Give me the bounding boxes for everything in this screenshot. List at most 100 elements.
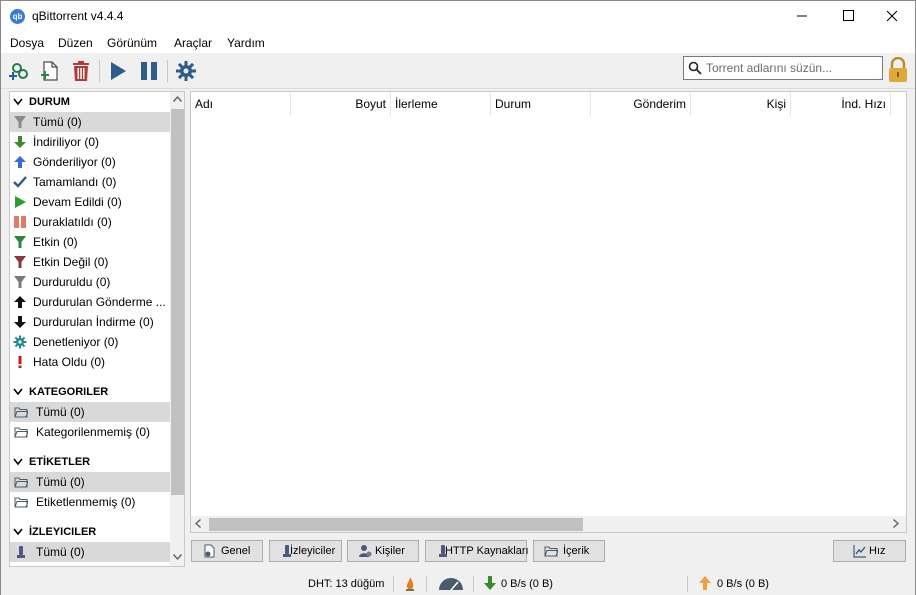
minimize-button[interactable] bbox=[779, 1, 825, 31]
add-torrent-file-button[interactable] bbox=[38, 59, 62, 83]
tab-content[interactable]: İçerik bbox=[533, 540, 605, 562]
column-size[interactable]: Boyut bbox=[291, 92, 391, 116]
status-filter-paused[interactable]: Duraklatıldı (0) bbox=[10, 212, 170, 232]
torrent-table[interactable]: Adı Boyut İlerleme Durum Gönderim Kişi İ… bbox=[190, 91, 907, 533]
filter-label: Tümü (0) bbox=[33, 115, 82, 129]
column-name[interactable]: Adı bbox=[191, 92, 291, 116]
title-bar[interactable]: qb qBittorrent v4.4.4 bbox=[1, 1, 915, 31]
column-progress[interactable]: İlerleme bbox=[391, 92, 491, 116]
menu-help[interactable]: Yardım bbox=[227, 36, 265, 50]
delete-button[interactable] bbox=[69, 59, 93, 83]
lock-icon bbox=[889, 56, 907, 82]
tracker-filter-all[interactable]: Tümü (0) bbox=[10, 542, 170, 562]
tab-general[interactable]: Genel bbox=[191, 540, 263, 562]
add-torrent-link-icon bbox=[9, 63, 28, 80]
status-filter-all[interactable]: Tümü (0) bbox=[10, 112, 170, 132]
tag-filter-all[interactable]: Tümü (0) bbox=[10, 472, 170, 492]
column-status[interactable]: Durum bbox=[491, 92, 591, 116]
status-filter-inactive[interactable]: Etkin Değil (0) bbox=[10, 252, 170, 272]
scroll-left-icon[interactable] bbox=[195, 519, 201, 528]
status-filter-checking[interactable]: Denetleniyor (0) bbox=[10, 332, 170, 352]
search-icon bbox=[688, 61, 702, 75]
tab-peers[interactable]: Kişiler bbox=[347, 540, 419, 562]
scroll-right-icon[interactable] bbox=[893, 519, 899, 528]
tab-label: İçerik bbox=[563, 545, 590, 557]
status-filter-resumed[interactable]: Devam Edildi (0) bbox=[10, 192, 170, 212]
menu-tools[interactable]: Araçlar bbox=[174, 36, 212, 50]
filter-label: Tümü (0) bbox=[36, 545, 85, 559]
column-download-speed[interactable]: İnd. Hızı bbox=[791, 92, 891, 116]
speed-button[interactable]: Hız bbox=[833, 540, 906, 562]
filter-label: Tamamlandı (0) bbox=[33, 175, 117, 189]
status-filter-stalled[interactable]: Durduruldu (0) bbox=[10, 272, 170, 292]
options-gear-icon bbox=[176, 61, 196, 81]
status-filter-errored[interactable]: Hata Oldu (0) bbox=[10, 352, 170, 372]
column-seeds[interactable]: Gönderim bbox=[591, 92, 691, 116]
tab-trackers[interactable]: İzleyiciler bbox=[269, 540, 342, 562]
tab-label: HTTP Kaynakları bbox=[445, 545, 529, 557]
download-speed[interactable]: 0 B/s (0 B) bbox=[501, 578, 553, 590]
folder-icon bbox=[14, 427, 28, 438]
section-header-status[interactable]: DURUM bbox=[10, 92, 170, 112]
speed-limit-gauge-icon[interactable] bbox=[438, 576, 464, 592]
close-icon bbox=[886, 10, 898, 22]
checkmark-icon bbox=[13, 176, 27, 188]
section-title: İZLEYICILER bbox=[29, 526, 97, 538]
folder-icon bbox=[544, 546, 558, 557]
tab-http-sources[interactable]: HTTP Kaynakları bbox=[425, 540, 529, 562]
filter-label: Etiketlenmemiş (0) bbox=[36, 495, 136, 509]
tracker-icon bbox=[17, 546, 25, 558]
sidebar-scrollbar[interactable] bbox=[170, 92, 184, 566]
maximize-icon bbox=[843, 10, 854, 21]
scroll-up-icon[interactable] bbox=[173, 96, 182, 102]
qbittorrent-logo-icon: qb bbox=[10, 9, 25, 24]
tag-filter-untagged[interactable]: Etiketlenmemiş (0) bbox=[10, 492, 170, 512]
chevron-down-icon bbox=[13, 458, 23, 466]
filter-label: Tümü (0) bbox=[36, 475, 85, 489]
scroll-down-icon[interactable] bbox=[173, 554, 182, 560]
status-filter-stalled-uploading[interactable]: Durdurulan Gönderme ... bbox=[10, 292, 170, 312]
play-green-icon bbox=[15, 196, 26, 208]
status-filter-downloading[interactable]: İndiriliyor (0) bbox=[10, 132, 170, 152]
menu-edit[interactable]: Düzen bbox=[58, 36, 93, 50]
upload-speed[interactable]: 0 B/s (0 B) bbox=[717, 578, 769, 590]
menu-view[interactable]: Görünüm bbox=[107, 36, 157, 50]
status-separator bbox=[426, 576, 427, 592]
resume-button[interactable] bbox=[106, 59, 130, 83]
filter-label: Durdurulan İndirme (0) bbox=[33, 315, 154, 329]
table-scroll-thumb[interactable] bbox=[209, 518, 583, 531]
status-filter-active[interactable]: Etkin (0) bbox=[10, 232, 170, 252]
folder-icon bbox=[14, 477, 28, 488]
sidebar-scroll-thumb[interactable] bbox=[171, 109, 184, 495]
section-header-tags[interactable]: ETİKETLER bbox=[10, 452, 170, 472]
table-horizontal-scrollbar[interactable] bbox=[191, 516, 906, 532]
search-input[interactable] bbox=[706, 60, 878, 76]
resume-icon bbox=[111, 62, 126, 80]
menu-file[interactable]: Dosya bbox=[10, 36, 44, 50]
column-peers[interactable]: Kişi bbox=[691, 92, 791, 116]
general-info-icon bbox=[204, 544, 215, 558]
options-button[interactable] bbox=[174, 59, 198, 83]
arrow-down-green-icon bbox=[14, 136, 26, 148]
gear-teal-icon bbox=[13, 335, 27, 349]
arrow-down-black-icon bbox=[14, 316, 26, 328]
search-box[interactable] bbox=[683, 56, 883, 80]
tab-label: Genel bbox=[221, 545, 251, 557]
filter-label: Etkin (0) bbox=[33, 235, 78, 249]
status-filter-seeding[interactable]: Gönderiliyor (0) bbox=[10, 152, 170, 172]
status-filter-completed[interactable]: Tamamlandı (0) bbox=[10, 172, 170, 192]
pause-button[interactable] bbox=[137, 59, 161, 83]
connection-status-icon[interactable] bbox=[404, 576, 416, 592]
maximize-button[interactable] bbox=[825, 1, 871, 31]
section-header-categories[interactable]: KATEGORILER bbox=[10, 382, 170, 402]
category-filter-uncategorized[interactable]: Kategorilenmemiş (0) bbox=[10, 422, 170, 442]
close-button[interactable] bbox=[869, 1, 915, 31]
status-filter-stalled-downloading[interactable]: Durdurulan İndirme (0) bbox=[10, 312, 170, 332]
download-speed-icon bbox=[484, 576, 496, 590]
section-header-trackers[interactable]: İZLEYICILER bbox=[10, 522, 170, 542]
funnel-gray-icon bbox=[14, 276, 26, 288]
section-title: ETİKETLER bbox=[29, 456, 91, 468]
add-torrent-link-button[interactable] bbox=[8, 59, 32, 83]
category-filter-all[interactable]: Tümü (0) bbox=[10, 402, 170, 422]
lock-button[interactable] bbox=[887, 56, 909, 86]
